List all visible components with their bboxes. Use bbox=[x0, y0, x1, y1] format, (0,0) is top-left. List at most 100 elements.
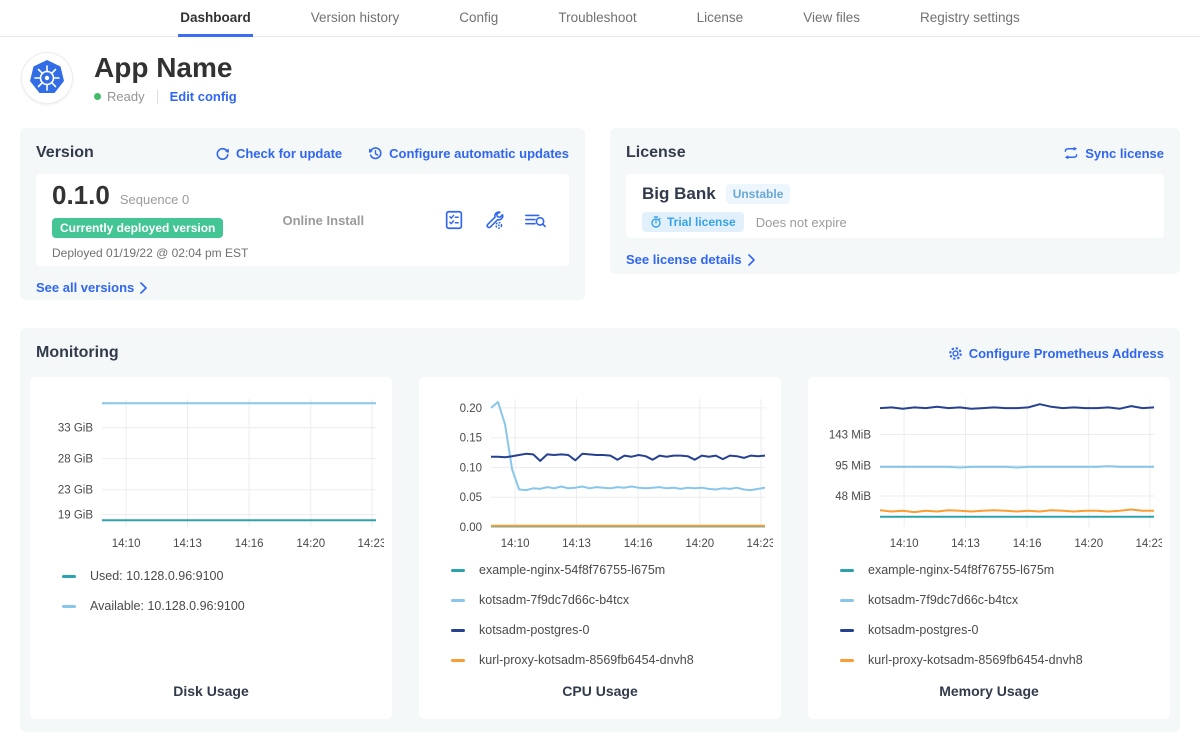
install-type: Online Install bbox=[282, 213, 443, 228]
svg-text:14:23: 14:23 bbox=[746, 538, 773, 549]
legend-swatch bbox=[62, 605, 76, 608]
legend-item: example-nginx-54f8f76755-l675m bbox=[451, 563, 773, 577]
license-card: License Sync license Big Bank Unstable bbox=[610, 128, 1180, 274]
charts-row: 14:10 14:13 14:16 14:20 14:23 19 GiB 23 GiB 28 … bbox=[30, 377, 1170, 719]
memory-usage-card: 14:1014:1314:1614:2014:2348 MiB95 MiB143… bbox=[808, 377, 1170, 719]
app-status: Ready bbox=[107, 89, 145, 104]
legend-swatch bbox=[840, 569, 854, 572]
svg-text:0.10: 0.10 bbox=[460, 462, 482, 474]
legend-swatch bbox=[840, 629, 854, 632]
svg-text:0.05: 0.05 bbox=[460, 492, 482, 504]
legend-swatch bbox=[62, 575, 76, 578]
svg-text:14:16: 14:16 bbox=[235, 538, 264, 550]
disk-usage-legend: Used: 10.128.0.96:9100 Available: 10.128.… bbox=[62, 569, 384, 629]
legend-item: kurl-proxy-kotsadm-8569fb6454-dnvh8 bbox=[451, 653, 773, 667]
svg-text:14:16: 14:16 bbox=[624, 538, 653, 549]
gear-icon bbox=[948, 346, 963, 361]
svg-text:14:10: 14:10 bbox=[112, 538, 141, 550]
svg-text:33 GiB: 33 GiB bbox=[58, 423, 93, 435]
svg-text:23 GiB: 23 GiB bbox=[58, 485, 93, 497]
svg-text:14:10: 14:10 bbox=[501, 538, 530, 549]
version-card: Version Check for update bbox=[20, 128, 585, 300]
sync-license-button[interactable]: Sync license bbox=[1063, 146, 1164, 161]
tab-config[interactable]: Config bbox=[457, 0, 500, 37]
svg-text:0.00: 0.00 bbox=[460, 522, 482, 534]
legend-item: kotsadm-postgres-0 bbox=[840, 623, 1162, 637]
top-nav: Dashboard Version history Config Trouble… bbox=[0, 0, 1200, 37]
license-expiry: Does not expire bbox=[756, 215, 847, 230]
app-header: App Name Ready Edit config bbox=[20, 52, 1180, 104]
cpu-usage-title: CPU Usage bbox=[427, 683, 773, 703]
schedule-update-icon bbox=[368, 146, 383, 161]
tab-license[interactable]: License bbox=[695, 0, 746, 37]
monitoring-section: Monitoring Configure Prometheus Address … bbox=[20, 328, 1180, 732]
tab-registry-settings[interactable]: Registry settings bbox=[918, 0, 1022, 37]
legend-label: example-nginx-54f8f76755-l675m bbox=[868, 563, 1054, 577]
configure-prometheus-button[interactable]: Configure Prometheus Address bbox=[948, 346, 1164, 361]
svg-text:14:23: 14:23 bbox=[1135, 538, 1162, 549]
svg-text:14:10: 14:10 bbox=[890, 538, 919, 549]
app-name: App Name bbox=[94, 52, 237, 84]
svg-text:28 GiB: 28 GiB bbox=[58, 454, 93, 466]
svg-text:14:13: 14:13 bbox=[562, 538, 591, 549]
license-details-card: Big Bank Unstable Trial license Does not… bbox=[626, 174, 1164, 238]
kubernetes-icon bbox=[27, 58, 67, 98]
tab-dashboard[interactable]: Dashboard bbox=[178, 0, 253, 37]
disk-usage-card: 14:1014:1314:1614:2014:2319 GiB23 GiB28 … bbox=[30, 377, 392, 719]
configure-automatic-updates-button[interactable]: Configure automatic updates bbox=[368, 146, 569, 161]
preflight-checks-icon[interactable] bbox=[443, 209, 465, 231]
channel-badge: Unstable bbox=[726, 184, 791, 204]
chevron-right-icon bbox=[140, 282, 147, 294]
app-logo bbox=[22, 53, 72, 103]
legend-item: kurl-proxy-kotsadm-8569fb6454-dnvh8 bbox=[840, 653, 1162, 667]
legend-item: Used: 10.128.0.96:9100 bbox=[62, 569, 384, 583]
svg-text:14:13: 14:13 bbox=[951, 538, 980, 549]
view-logs-icon[interactable] bbox=[523, 209, 547, 231]
cpu-usage-chart: 14:1014:1314:1614:2014:230.000.050.100.1… bbox=[427, 387, 773, 549]
svg-text:0.20: 0.20 bbox=[460, 403, 482, 415]
trial-license-badge: Trial license bbox=[642, 212, 744, 232]
edit-config-wrench-icon[interactable] bbox=[483, 209, 505, 231]
legend-swatch bbox=[451, 629, 465, 632]
legend-swatch bbox=[451, 569, 465, 572]
svg-text:14:20: 14:20 bbox=[296, 538, 325, 550]
license-customer-name: Big Bank bbox=[642, 184, 716, 204]
svg-text:14:20: 14:20 bbox=[1074, 538, 1103, 549]
tab-troubleshoot[interactable]: Troubleshoot bbox=[556, 0, 638, 37]
version-sequence: Sequence 0 bbox=[120, 192, 189, 207]
svg-text:95 MiB: 95 MiB bbox=[835, 461, 871, 473]
legend-label: kotsadm-7f9dc7d66c-b4tcx bbox=[479, 593, 629, 607]
memory-usage-title: Memory Usage bbox=[816, 683, 1162, 703]
check-for-update-button[interactable]: Check for update bbox=[215, 146, 342, 161]
edit-config-link[interactable]: Edit config bbox=[170, 89, 237, 104]
svg-text:48 MiB: 48 MiB bbox=[835, 491, 871, 503]
legend-item: example-nginx-54f8f76755-l675m bbox=[840, 563, 1162, 577]
current-version-card: 0.1.0 Sequence 0 Currently deployed vers… bbox=[36, 174, 569, 266]
legend-swatch bbox=[840, 599, 854, 602]
legend-label: Used: 10.128.0.96:9100 bbox=[90, 569, 223, 583]
cpu-usage-card: 14:1014:1314:1614:2014:230.000.050.100.1… bbox=[419, 377, 781, 719]
see-license-details-link[interactable]: See license details bbox=[626, 252, 755, 267]
legend-label: kurl-proxy-kotsadm-8569fb6454-dnvh8 bbox=[479, 653, 694, 667]
legend-label: kotsadm-postgres-0 bbox=[868, 623, 978, 637]
memory-usage-legend: example-nginx-54f8f76755-l675mkotsadm-7f… bbox=[840, 563, 1162, 683]
svg-text:14:23: 14:23 bbox=[357, 538, 384, 550]
legend-item: Available: 10.128.0.96:9100 bbox=[62, 599, 384, 613]
sync-icon bbox=[1063, 146, 1079, 160]
disk-usage-title: Disk Usage bbox=[38, 683, 384, 703]
memory-usage-chart: 14:1014:1314:1614:2014:2348 MiB95 MiB143… bbox=[816, 387, 1162, 549]
legend-swatch bbox=[451, 659, 465, 662]
deployed-badge: Currently deployed version bbox=[52, 218, 223, 238]
tab-version-history[interactable]: Version history bbox=[309, 0, 402, 37]
tab-view-files[interactable]: View files bbox=[801, 0, 862, 37]
legend-label: example-nginx-54f8f76755-l675m bbox=[479, 563, 665, 577]
divider bbox=[157, 90, 158, 104]
legend-swatch bbox=[451, 599, 465, 602]
see-all-versions-link[interactable]: See all versions bbox=[36, 280, 147, 295]
deployed-timestamp: Deployed 01/19/22 @ 02:04 pm EST bbox=[52, 246, 282, 260]
legend-swatch bbox=[840, 659, 854, 662]
ready-status-dot bbox=[94, 93, 101, 100]
version-title: Version bbox=[36, 144, 94, 162]
svg-text:14:16: 14:16 bbox=[1013, 538, 1042, 549]
svg-text:19 GiB: 19 GiB bbox=[58, 510, 93, 522]
